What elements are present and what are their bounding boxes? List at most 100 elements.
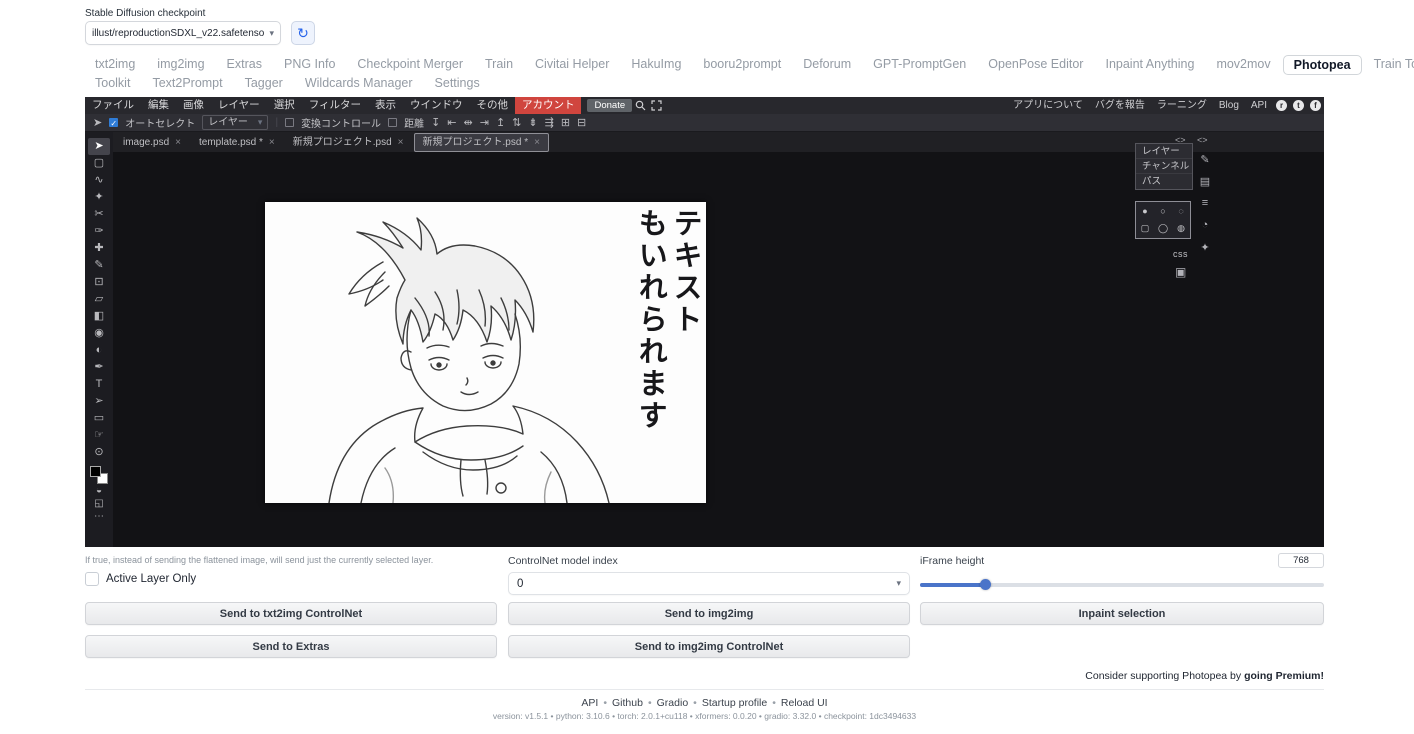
tab-extras[interactable]: Extras (217, 55, 272, 75)
menu-learning[interactable]: ラーニング (1151, 97, 1213, 114)
send-to-img2img-button[interactable]: Send to img2img (508, 602, 910, 625)
checkpoint-dropdown[interactable]: illust/reproductionSDXL_v22.safetensors … (85, 21, 281, 45)
footer-link-startup-profile[interactable]: Startup profile (702, 697, 767, 709)
hand-tool[interactable]: ☞ (88, 427, 110, 444)
send-to-img2img-controlnet-button[interactable]: Send to img2img ControlNet (508, 635, 910, 658)
foreground-color-swatch[interactable] (90, 466, 101, 477)
active-layer-checkbox[interactable] (85, 572, 99, 586)
menu-layer[interactable]: レイヤー (211, 97, 267, 114)
tab-toolkit[interactable]: Toolkit (85, 74, 140, 92)
doc-tab-template[interactable]: template.psd * × (191, 134, 283, 151)
iframe-height-slider[interactable] (920, 579, 1324, 590)
footer-link-reload-ui[interactable]: Reload UI (781, 697, 828, 709)
premium-link[interactable]: going Premium! (1244, 670, 1324, 682)
tab-settings[interactable]: Settings (425, 74, 490, 92)
move-tool[interactable]: ➤ (88, 138, 110, 155)
close-icon[interactable]: × (269, 136, 275, 149)
distribute-v-icon[interactable]: ⊟ (577, 114, 586, 132)
controlnet-index-dropdown[interactable]: 0 ▾ (508, 572, 910, 595)
refresh-checkpoint-button[interactable]: ↻ (291, 21, 315, 45)
crop-tool[interactable]: ✂ (88, 206, 110, 223)
tab-hakuimg[interactable]: HakuImg (621, 55, 691, 75)
tab-text2prompt[interactable]: Text2Prompt (142, 74, 232, 92)
brush-panel-icon[interactable]: ✎ (1195, 153, 1215, 166)
close-icon[interactable]: × (534, 136, 540, 149)
tab-inpaint-anything[interactable]: Inpaint Anything (1095, 55, 1204, 75)
twitter-icon[interactable]: t (1293, 100, 1304, 111)
menu-filter[interactable]: フィルター (302, 97, 368, 114)
tab-png-info[interactable]: PNG Info (274, 55, 345, 75)
doc-tab-new-project-2[interactable]: 新規プロジェクト.psd * × (413, 132, 549, 152)
menu-blog[interactable]: Blog (1213, 97, 1245, 114)
align-right-icon[interactable]: ⇥ (480, 114, 489, 132)
send-to-extras-button[interactable]: Send to Extras (85, 635, 497, 658)
align-bottom-icon[interactable]: ⇟ (528, 114, 537, 132)
donate-button[interactable]: Donate (587, 99, 633, 112)
download-icon[interactable]: ↧ (431, 114, 440, 132)
align-top-icon[interactable]: ↥ (496, 114, 505, 132)
reddit-icon[interactable]: r (1276, 100, 1287, 111)
menu-file[interactable]: ファイル (85, 97, 141, 114)
layer-select-dropdown[interactable]: レイヤー ▾ (202, 115, 269, 130)
inpaint-selection-button[interactable]: Inpaint selection (920, 602, 1324, 625)
doc-tab-new-project-1[interactable]: 新規プロジェクト.psd × (285, 134, 412, 151)
menu-api[interactable]: API (1245, 97, 1273, 114)
menu-edit[interactable]: 編集 (141, 97, 176, 114)
search-icon[interactable] (632, 97, 648, 114)
css-panel-badge[interactable]: css (1173, 249, 1188, 259)
tab-openpose-editor[interactable]: OpenPose Editor (978, 55, 1093, 75)
brush-tool[interactable]: ✎ (88, 257, 110, 274)
magic-wand-tool[interactable]: ✦ (88, 189, 110, 206)
tab-civitai-helper[interactable]: Civitai Helper (525, 55, 619, 75)
autoselect-checkbox[interactable]: ✓ (109, 118, 119, 128)
align-left-icon[interactable]: ⇤ (447, 114, 456, 132)
close-icon[interactable]: × (398, 136, 404, 149)
iframe-height-input[interactable] (1278, 553, 1324, 568)
align-center-icon[interactable]: ⇹ (464, 114, 473, 132)
layers-panel-icon[interactable]: ≡ (1195, 197, 1215, 209)
tab-train[interactable]: Train (475, 55, 523, 75)
gradient-tool[interactable]: ◧ (88, 308, 110, 325)
swatches-panel-icon[interactable]: ▤ (1195, 175, 1215, 188)
doc-tab-image[interactable]: image.psd × (115, 134, 189, 151)
dodge-tool[interactable]: ◐ (88, 342, 110, 359)
tab-txt2img[interactable]: txt2img (85, 55, 145, 75)
panel-menu-layers[interactable]: レイヤー (1136, 144, 1192, 159)
menu-view[interactable]: 表示 (368, 97, 403, 114)
transform-controls-checkbox[interactable] (285, 118, 295, 127)
distance-checkbox[interactable] (388, 118, 398, 127)
shape-tool[interactable]: ▭ (88, 410, 110, 427)
menu-more[interactable]: その他 (469, 97, 515, 114)
rect-icon[interactable]: ▢ (1141, 223, 1150, 234)
send-to-txt2img-controlnet-button[interactable]: Send to txt2img ControlNet (85, 602, 497, 625)
tab-checkpoint-merger[interactable]: Checkpoint Merger (347, 55, 473, 75)
tab-tagger[interactable]: Tagger (235, 74, 293, 92)
menu-select[interactable]: 選択 (267, 97, 302, 114)
footer-link-github[interactable]: Github (612, 697, 643, 709)
dashed-circle-icon[interactable]: ◌ (1178, 206, 1183, 216)
tab-img2img[interactable]: img2img (147, 55, 214, 75)
menu-image[interactable]: 画像 (176, 97, 211, 114)
menu-about-app[interactable]: アプリについて (1007, 97, 1089, 114)
lasso-tool[interactable]: ∿ (88, 172, 110, 189)
stroke-circle-icon[interactable]: ○ (1160, 206, 1165, 216)
code-icon[interactable]: <> (1197, 135, 1208, 145)
blur-tool[interactable]: ◉ (88, 325, 110, 342)
quick-mask-icon[interactable]: ◒ (88, 484, 110, 497)
tab-mov2mov[interactable]: mov2mov (1206, 55, 1280, 75)
color-swatches[interactable] (90, 466, 108, 484)
facebook-icon[interactable]: f (1310, 100, 1321, 111)
pattern-circle-icon[interactable]: ◍ (1177, 223, 1185, 234)
screen-mode-icon[interactable]: ◱ (88, 497, 110, 510)
tab-deforum[interactable]: Deforum (793, 55, 861, 75)
eraser-tool[interactable]: ▱ (88, 291, 110, 308)
clone-stamp-tool[interactable]: ⊡ (88, 274, 110, 291)
tab-gpt-promptgen[interactable]: GPT-PromptGen (863, 55, 976, 75)
panel-menu-paths[interactable]: パス (1136, 174, 1192, 189)
menu-window[interactable]: ウインドウ (403, 97, 470, 114)
document-canvas[interactable]: テキスト もいれられます (265, 202, 706, 504)
heal-tool[interactable]: ✚ (88, 240, 110, 257)
close-icon[interactable]: × (175, 136, 181, 149)
star-panel-icon[interactable]: ✦ (1195, 241, 1215, 254)
history-panel-icon[interactable]: ◔ (1195, 219, 1215, 231)
